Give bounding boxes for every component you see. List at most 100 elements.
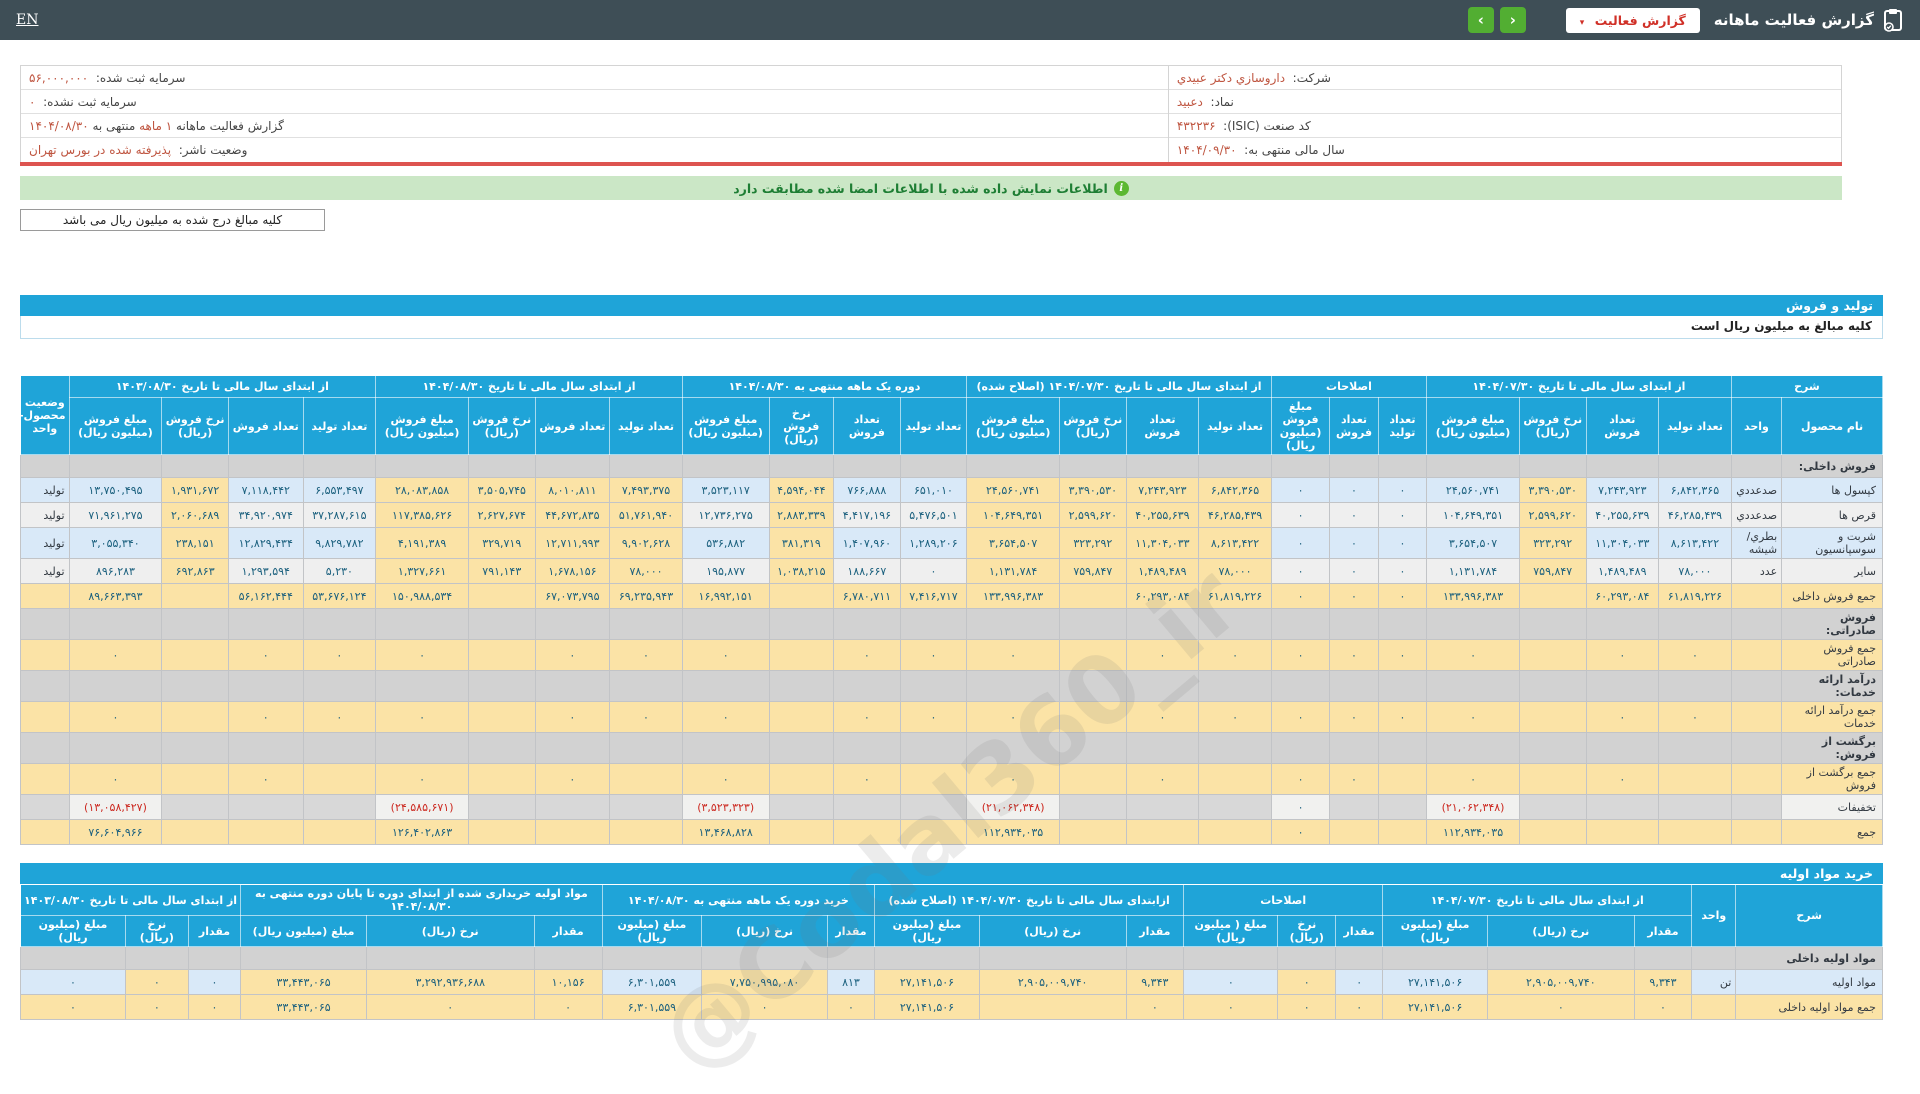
prev-report-button[interactable]: ‹ xyxy=(1499,7,1526,33)
report-info-row: وضعیت ناشر: پذیرفته شده در بورس تهران xyxy=(21,138,1168,162)
unit-cell xyxy=(1691,946,1737,970)
row-label: سایر xyxy=(1781,558,1883,584)
table-row: سایر عدد ۷۸,۰۰۰ ۱,۴۸۹,۴۸۹ ۷۵۹,۸۴۷ ۱,۱۳۱,۷۸۴ ۰ ۰… xyxy=(20,558,1883,584)
value-cell xyxy=(161,819,229,845)
unit-cell xyxy=(1730,819,1783,845)
value-cell xyxy=(1125,732,1200,764)
value-cell xyxy=(1335,946,1384,970)
value-cell: ۷۸,۰۰۰ xyxy=(1658,558,1732,584)
language-switch-link[interactable]: EN xyxy=(16,12,38,28)
value-cell: ۷۶,۶۰۴,۹۶۶ xyxy=(68,819,163,845)
value-cell xyxy=(1125,608,1200,640)
value-cell: ۸,۰۱۰,۸۱۱ xyxy=(534,477,611,503)
value-cell xyxy=(534,608,611,640)
value-cell xyxy=(533,946,603,970)
value-cell: ۰ xyxy=(1335,969,1384,995)
value-cell xyxy=(1059,583,1127,609)
column-header: نرخ فروش (ریال) xyxy=(1059,397,1127,455)
value-cell xyxy=(1198,794,1272,820)
company-info-row: نماد: دعبید xyxy=(1168,90,1841,114)
production-section-subtitle: کلیه مبالغ به میلیون ریال است xyxy=(20,316,1883,339)
value-cell: ۵۶,۱۶۲,۴۴۴ xyxy=(227,583,304,609)
value-cell xyxy=(768,454,835,478)
value-cell xyxy=(1198,670,1272,702)
column-header: واحد xyxy=(1730,397,1783,455)
column-header: تعداد تولید xyxy=(302,397,377,455)
value-cell: ۶,۵۵۳,۴۹۷ xyxy=(302,477,377,503)
value-cell: ۰ xyxy=(1329,763,1379,795)
table-row: مواد اولیه تن ۹,۳۴۳ ۲,۹۰۵,۰۰۹,۷۴۰ ۲۷,۱۴۱,۵۰۶… xyxy=(20,969,1883,995)
production-section-header: تولید و فروش xyxy=(20,295,1883,316)
value-cell: ۰ xyxy=(1487,994,1635,1020)
value-cell: ۲,۹۰۵,۰۰۹,۷۴۰ xyxy=(1487,969,1635,995)
column-group-header: از ابتدای سال مالی تا تاریخ ۱۴۰۴/۰۸/۳۰ xyxy=(375,375,683,398)
value-cell xyxy=(161,794,229,820)
value-cell: ۱۰۴,۶۴۹,۳۵۱ xyxy=(1426,502,1520,528)
value-cell xyxy=(833,670,901,702)
value-cell: ۸,۶۱۳,۴۲۲ xyxy=(1198,527,1272,559)
value-cell: ۴,۱۹۱,۳۸۹ xyxy=(375,527,469,559)
product-status-cell xyxy=(20,763,70,795)
value-cell: ۳۲۳,۲۹۲ xyxy=(1518,527,1587,559)
value-cell: ۰ xyxy=(124,969,189,995)
report-type-dropdown[interactable]: گزارش فعالیت ▾ xyxy=(1565,7,1700,33)
unit-cell xyxy=(1730,583,1783,609)
row-label: جمع xyxy=(1781,819,1883,845)
value-cell xyxy=(1198,732,1272,764)
value-cell xyxy=(124,946,189,970)
column-header: تعداد فروش xyxy=(1585,397,1660,455)
value-cell xyxy=(240,946,367,970)
value-cell xyxy=(833,819,901,845)
value-cell xyxy=(681,608,770,640)
value-cell xyxy=(1377,819,1428,845)
value-cell: ۸,۶۱۳,۴۲۲ xyxy=(1658,527,1732,559)
value-cell xyxy=(534,794,611,820)
value-cell xyxy=(899,732,968,764)
unit-cell: عدد xyxy=(1730,558,1783,584)
table-row: جمع فروش صادراتی ۰ ۰ ۰ ۰ ۰ ۰ ۰ ۰ ۰ ۰ ۰ ۰ ۰ ۰ ۰ ۰ ۰ ۰ xyxy=(20,639,1883,671)
table-row: کپسول ها صدعددي ۶,۸۴۲,۳۶۵ ۷,۲۴۳,۹۲۳ ۳,۳۹۰,۵۳… xyxy=(20,477,1883,503)
value-cell xyxy=(609,819,683,845)
unit-note-box: کلیه مبالغ درج شده به میلیون ریال می باش… xyxy=(20,209,325,231)
value-cell: ۰ xyxy=(899,639,968,671)
value-cell xyxy=(1518,639,1587,671)
table-row: جمع مواد اولیه داخلی ۰ ۰ ۲۷,۱۴۱,۵۰۶ ۰ ۰ ۰ ۰ ۲۷,۱… xyxy=(20,994,1883,1020)
value-cell: ۷,۱۱۸,۴۴۲ xyxy=(227,477,304,503)
value-cell xyxy=(1059,454,1127,478)
table-row: جمع درآمد ارائه خدمات ۰ ۰ ۰ ۰ ۰ ۰ ۰ ۰ ۰ ۰ ۰ ۰ ۰ ۰ ۰ ۰ ۰ ۰ xyxy=(20,701,1883,733)
value-cell: ۱۱۷,۳۸۵,۶۲۶ xyxy=(375,502,469,528)
value-cell: (۲۱,۰۶۲,۳۴۸) xyxy=(1426,794,1520,820)
value-cell: ۰ xyxy=(68,763,163,795)
next-report-button[interactable]: › xyxy=(1467,7,1494,33)
value-cell: ۶,۷۸۰,۷۱۱ xyxy=(833,583,901,609)
value-cell: ۹,۹۰۲,۶۲۸ xyxy=(609,527,683,559)
value-cell xyxy=(1658,670,1732,702)
value-cell: ۲,۰۶۰,۶۸۹ xyxy=(161,502,229,528)
value-cell: ۰ xyxy=(1329,583,1379,609)
value-cell xyxy=(468,583,536,609)
value-cell xyxy=(161,608,229,640)
value-cell: ۱۲,۷۱۱,۹۹۳ xyxy=(534,527,611,559)
column-header: مبلغ فروش (میلیون ریال) xyxy=(1270,397,1331,455)
product-status-cell xyxy=(20,608,70,640)
value-cell xyxy=(833,608,901,640)
value-cell: ۱۳۳,۹۹۶,۳۸۳ xyxy=(1426,583,1520,609)
value-cell: ۲۷,۱۴۱,۵۰۶ xyxy=(874,994,980,1020)
value-cell: ۰ xyxy=(1270,477,1331,503)
column-header: مبلغ فروش (میلیون ریال) xyxy=(966,397,1061,455)
value-cell: ۰ xyxy=(1585,763,1660,795)
unit-cell: تن xyxy=(1691,969,1737,995)
value-cell xyxy=(227,794,304,820)
value-cell xyxy=(161,732,229,764)
column-group-header: مواد اولیه خریداری شده از ابتدای دوره تا… xyxy=(240,884,603,916)
value-cell: ۱۲۶,۴۰۲,۸۶۳ xyxy=(375,819,469,845)
value-cell xyxy=(978,994,1127,1020)
product-status-cell xyxy=(20,701,70,733)
value-cell: ۳,۳۹۰,۵۳۰ xyxy=(1059,477,1127,503)
value-cell: ۰ xyxy=(966,763,1061,795)
column-group-header: شرح xyxy=(1735,884,1883,947)
value-cell: ۶,۸۴۲,۳۶۵ xyxy=(1198,477,1272,503)
value-cell xyxy=(161,763,229,795)
value-cell xyxy=(1125,670,1200,702)
value-cell: ۰ xyxy=(124,994,189,1020)
